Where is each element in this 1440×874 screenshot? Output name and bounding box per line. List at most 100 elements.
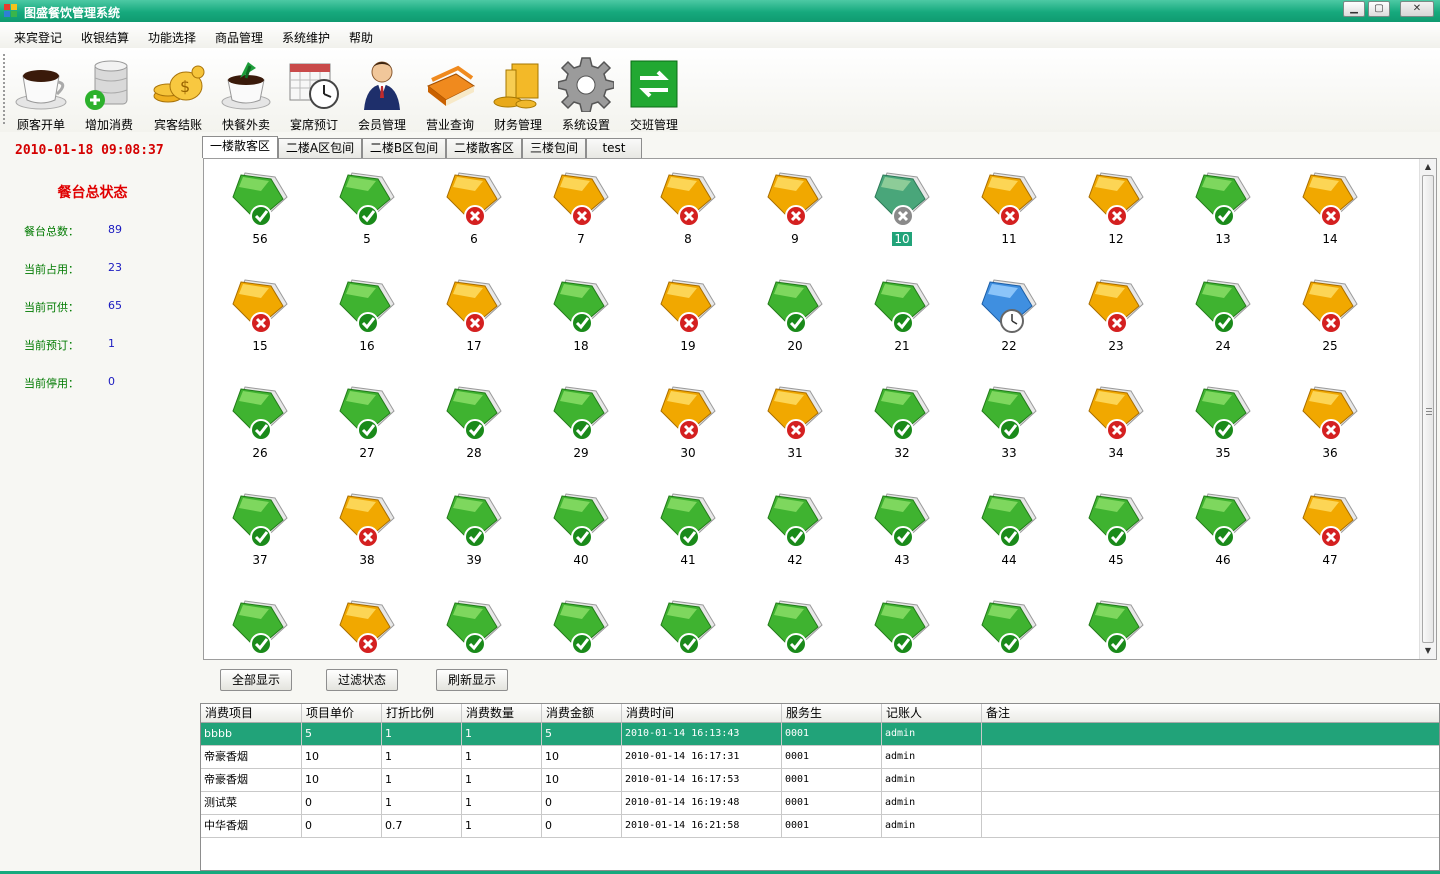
add-consumption-button[interactable]: 增加消费 bbox=[75, 52, 143, 132]
dining-table-36[interactable]: 36 bbox=[1274, 373, 1374, 473]
dining-table-34[interactable]: 34 bbox=[1060, 373, 1160, 473]
dining-table-slot-51[interactable] bbox=[953, 587, 1053, 659]
column-header-waiter[interactable]: 服务生 bbox=[782, 704, 882, 723]
dining-table-37[interactable]: 37 bbox=[204, 480, 304, 580]
column-header-amount[interactable]: 消费金额 bbox=[542, 704, 622, 723]
menu-item-functions[interactable]: 功能选择 bbox=[148, 29, 196, 46]
menu-item-goods[interactable]: 商品管理 bbox=[215, 29, 263, 46]
open-order-button[interactable]: 顾客开单 bbox=[7, 52, 75, 132]
dining-table-8[interactable]: 8 bbox=[632, 159, 732, 259]
dining-table-32[interactable]: 32 bbox=[846, 373, 946, 473]
dining-table-38[interactable]: 38 bbox=[311, 480, 411, 580]
dining-table-25[interactable]: 25 bbox=[1274, 266, 1374, 366]
column-header-quantity[interactable]: 消费数量 bbox=[462, 704, 542, 723]
column-header-unit-price[interactable]: 项目单价 bbox=[302, 704, 382, 723]
dining-table-31[interactable]: 31 bbox=[739, 373, 839, 473]
column-header-bookkeeper[interactable]: 记账人 bbox=[882, 704, 982, 723]
dining-table-39[interactable]: 39 bbox=[418, 480, 518, 580]
dining-table-6[interactable]: 6 bbox=[418, 159, 518, 259]
scroll-down-icon[interactable]: ▼ bbox=[1420, 643, 1436, 659]
dining-table-33[interactable]: 33 bbox=[953, 373, 1053, 473]
table-row[interactable]: 帝豪香烟 10 1 1 10 2010-01-14 16:17:53 0001 admin bbox=[201, 769, 1439, 792]
refresh-button[interactable]: 刷新显示 bbox=[436, 669, 508, 691]
column-header-item[interactable]: 消费项目 bbox=[201, 704, 302, 723]
dining-table-19[interactable]: 19 bbox=[632, 266, 732, 366]
menu-item-guest-register[interactable]: 来宾登记 bbox=[14, 29, 62, 46]
finance-management-button[interactable]: 财务管理 bbox=[484, 52, 552, 132]
tab-floor2-b-rooms[interactable]: 二楼B区包间 bbox=[362, 138, 446, 158]
toolbar-grip[interactable] bbox=[3, 54, 5, 124]
menu-item-cashier[interactable]: 收银结算 bbox=[81, 29, 129, 46]
dining-table-slot-49[interactable] bbox=[739, 587, 839, 659]
table-row[interactable]: 帝豪香烟 10 1 1 10 2010-01-14 16:17:31 0001 admin bbox=[201, 746, 1439, 769]
dining-table-18[interactable]: 18 bbox=[525, 266, 625, 366]
dining-table-slot-52[interactable] bbox=[1060, 587, 1160, 659]
show-all-button[interactable]: 全部显示 bbox=[220, 669, 292, 691]
filter-status-button[interactable]: 过滤状态 bbox=[326, 669, 398, 691]
dining-table-22[interactable]: 22 bbox=[953, 266, 1053, 366]
tab-floor1-hall[interactable]: 一楼散客区 bbox=[202, 136, 278, 158]
maximize-button[interactable]: ▢ bbox=[1368, 1, 1390, 17]
dining-table-9[interactable]: 9 bbox=[739, 159, 839, 259]
dining-table-26[interactable]: 26 bbox=[204, 373, 304, 473]
dining-table-slot-47[interactable] bbox=[525, 587, 625, 659]
dining-table-slot-44[interactable] bbox=[204, 587, 304, 659]
takeaway-button[interactable]: 快餐外卖 bbox=[212, 52, 280, 132]
dining-table-17[interactable]: 17 bbox=[418, 266, 518, 366]
dining-table-slot-50[interactable] bbox=[846, 587, 946, 659]
dining-table-slot-45[interactable] bbox=[311, 587, 411, 659]
dining-table-13[interactable]: 13 bbox=[1167, 159, 1267, 259]
dining-table-5[interactable]: 5 bbox=[311, 159, 411, 259]
dining-table-slot-46[interactable] bbox=[418, 587, 518, 659]
dining-table-15[interactable]: 15 bbox=[204, 266, 304, 366]
table-row[interactable]: 测试菜 0 1 1 0 2010-01-14 16:19:48 0001 admin bbox=[201, 792, 1439, 815]
dining-table-43[interactable]: 43 bbox=[846, 480, 946, 580]
dining-table-45[interactable]: 45 bbox=[1060, 480, 1160, 580]
checkout-button[interactable]: $ 宾客结账 bbox=[144, 52, 212, 132]
tab-floor2-a-rooms[interactable]: 二楼A区包间 bbox=[278, 138, 362, 158]
tab-floor2-hall[interactable]: 二楼散客区 bbox=[446, 138, 522, 158]
member-management-button[interactable]: 会员管理 bbox=[348, 52, 416, 132]
dining-table-46[interactable]: 46 bbox=[1167, 480, 1267, 580]
dining-table-42[interactable]: 42 bbox=[739, 480, 839, 580]
dining-table-12[interactable]: 12 bbox=[1060, 159, 1160, 259]
table-row[interactable]: 中华香烟 0 0.7 1 0 2010-01-14 16:21:58 0001 admin bbox=[201, 815, 1439, 838]
dining-table-44[interactable]: 44 bbox=[953, 480, 1053, 580]
dining-table-40[interactable]: 40 bbox=[525, 480, 625, 580]
dining-table-56[interactable]: 56 bbox=[204, 159, 304, 259]
scroll-thumb[interactable] bbox=[1422, 175, 1434, 643]
title-bar[interactable]: 图盛餐饮管理系统 ▁ ▢ ✕ bbox=[0, 0, 1440, 22]
shift-handover-button[interactable]: 交班管理 bbox=[620, 52, 688, 132]
menu-item-help[interactable]: 帮助 bbox=[349, 29, 373, 46]
dining-table-10[interactable]: 10 bbox=[846, 159, 946, 259]
column-header-discount[interactable]: 打折比例 bbox=[382, 704, 462, 723]
scroll-up-icon[interactable]: ▲ bbox=[1420, 159, 1436, 175]
dining-table-16[interactable]: 16 bbox=[311, 266, 411, 366]
minimize-button[interactable]: ▁ bbox=[1343, 1, 1365, 17]
tab-floor3-rooms[interactable]: 三楼包间 bbox=[522, 138, 586, 158]
vertical-scrollbar[interactable]: ▲ ▼ bbox=[1419, 159, 1436, 659]
dining-table-11[interactable]: 11 bbox=[953, 159, 1053, 259]
dining-table-23[interactable]: 23 bbox=[1060, 266, 1160, 366]
column-header-remark[interactable]: 备注 bbox=[982, 704, 1439, 723]
dining-table-21[interactable]: 21 bbox=[846, 266, 946, 366]
menu-item-system[interactable]: 系统维护 bbox=[282, 29, 330, 46]
dining-table-41[interactable]: 41 bbox=[632, 480, 732, 580]
dining-table-24[interactable]: 24 bbox=[1167, 266, 1267, 366]
dining-table-7[interactable]: 7 bbox=[525, 159, 625, 259]
dining-table-27[interactable]: 27 bbox=[311, 373, 411, 473]
column-header-time[interactable]: 消费时间 bbox=[622, 704, 782, 723]
close-button[interactable]: ✕ bbox=[1400, 1, 1434, 17]
dining-table-47[interactable]: 47 bbox=[1274, 480, 1374, 580]
dining-table-28[interactable]: 28 bbox=[418, 373, 518, 473]
banquet-booking-button[interactable]: 宴席预订 bbox=[280, 52, 348, 132]
tab-test[interactable]: test bbox=[586, 138, 642, 158]
dining-table-slot-48[interactable] bbox=[632, 587, 732, 659]
dining-table-30[interactable]: 30 bbox=[632, 373, 732, 473]
dining-table-20[interactable]: 20 bbox=[739, 266, 839, 366]
business-query-button[interactable]: 营业查询 bbox=[416, 52, 484, 132]
system-settings-button[interactable]: 系统设置 bbox=[552, 52, 620, 132]
dining-table-29[interactable]: 29 bbox=[525, 373, 625, 473]
dining-table-14[interactable]: 14 bbox=[1274, 159, 1374, 259]
dining-table-35[interactable]: 35 bbox=[1167, 373, 1267, 473]
